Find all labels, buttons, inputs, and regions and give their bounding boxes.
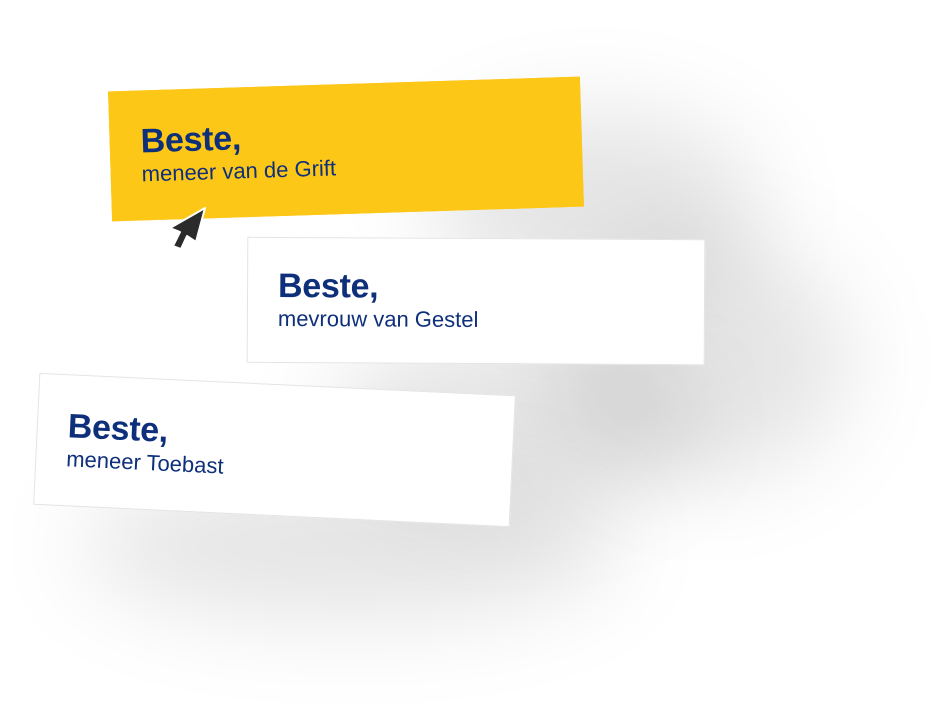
card-recipient-name: mevrouw van Gestel (277, 305, 479, 333)
salutation-card[interactable]: Beste, mevrouw van Gestel (246, 236, 706, 366)
mouse-pointer-icon (168, 206, 208, 252)
card-greeting: Beste, (277, 266, 379, 306)
salutation-card[interactable]: Beste, meneer Toebast (33, 372, 516, 528)
salutation-card-selected[interactable]: Beste, meneer van de Grift (108, 76, 584, 222)
